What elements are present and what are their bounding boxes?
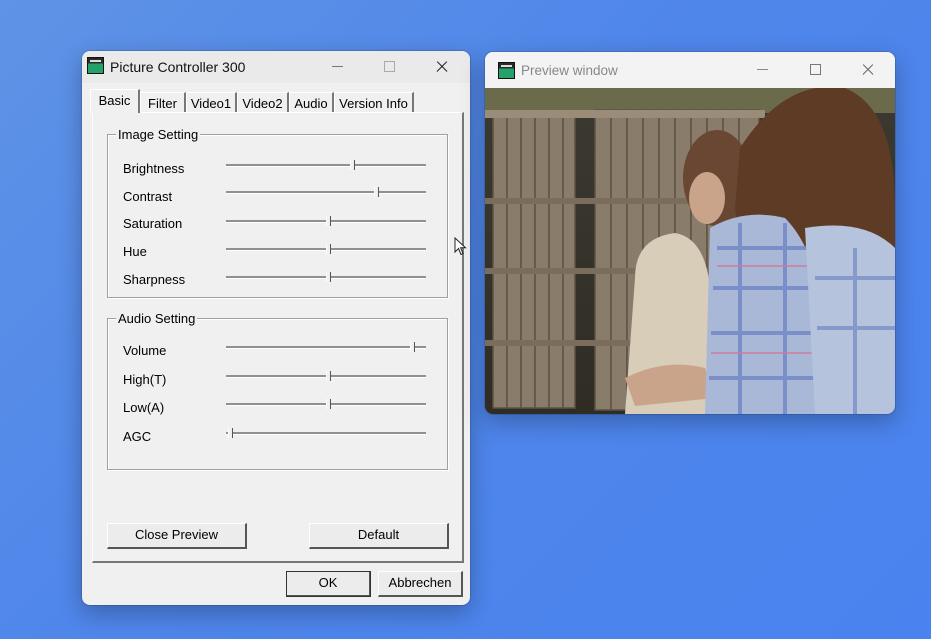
maximize-icon[interactable] [364,51,416,83]
slider-thumb[interactable] [326,272,331,282]
audio-setting-title: Audio Setting [116,311,198,326]
minimize-icon[interactable] [312,51,364,83]
cancel-button[interactable]: Abbrechen [378,571,463,597]
preview-window: Preview window [485,52,895,414]
slider-track [226,432,426,435]
app-icon [498,62,515,79]
contrast-slider[interactable] [226,187,426,198]
audio-setting-group: Audio Setting Volume High(T) Low(A) AGC [107,311,448,470]
video-preview [485,88,895,414]
low-a-label: Low(A) [123,400,165,415]
slider-thumb[interactable] [410,342,415,352]
high-t-label: High(T) [123,372,167,387]
slider-track [226,346,426,349]
image-setting-group: Image Setting Brightness Contrast Saturati… [107,127,448,298]
mouse-cursor-icon [454,237,467,256]
app-icon [87,57,104,74]
basic-tab-panel: Image Setting Brightness Contrast Saturati… [92,112,464,563]
agc-slider[interactable] [226,428,426,439]
tab-video1[interactable]: Video1 [186,92,237,112]
tab-video2[interactable]: Video2 [237,92,289,112]
volume-label: Volume [123,343,167,358]
close-icon[interactable] [416,51,468,83]
hue-label: Hue [123,244,147,259]
slider-thumb[interactable] [350,160,355,170]
slider-thumb[interactable] [326,216,331,226]
ok-button[interactable]: OK [286,571,371,597]
picture-controller-window: Picture Controller 300 Basic Filter Vide… [82,51,470,605]
controller-titlebar[interactable]: Picture Controller 300 [82,51,470,83]
slider-thumb[interactable] [326,399,331,409]
close-preview-button[interactable]: Close Preview [107,523,247,549]
video-frame-image [485,88,895,414]
tab-audio[interactable]: Audio [289,92,334,112]
minimize-icon[interactable] [737,52,789,88]
slider-thumb[interactable] [228,428,233,438]
agc-label: AGC [123,429,152,444]
brightness-slider[interactable] [226,160,426,171]
preview-title: Preview window [521,63,618,78]
slider-track [226,191,426,194]
image-setting-title: Image Setting [116,127,201,142]
close-icon[interactable] [842,52,894,88]
maximize-icon[interactable] [790,52,842,88]
sharpness-label: Sharpness [123,272,186,287]
low-a-slider[interactable] [226,399,426,410]
tab-basic[interactable]: Basic [90,89,140,113]
contrast-label: Contrast [123,189,173,204]
saturation-label: Saturation [123,216,183,231]
slider-thumb[interactable] [374,187,379,197]
brightness-label: Brightness [123,161,185,176]
slider-track [226,164,426,167]
hue-slider[interactable] [226,244,426,255]
high-t-slider[interactable] [226,371,426,382]
slider-thumb[interactable] [326,244,331,254]
saturation-slider[interactable] [226,216,426,227]
controller-title: Picture Controller 300 [110,59,246,75]
tab-version-info[interactable]: Version Info [334,92,414,112]
tab-filter[interactable]: Filter [140,92,186,112]
slider-thumb[interactable] [326,371,331,381]
preview-titlebar[interactable]: Preview window [485,52,895,88]
sharpness-slider[interactable] [226,272,426,283]
volume-slider[interactable] [226,342,426,353]
default-button[interactable]: Default [309,523,449,549]
